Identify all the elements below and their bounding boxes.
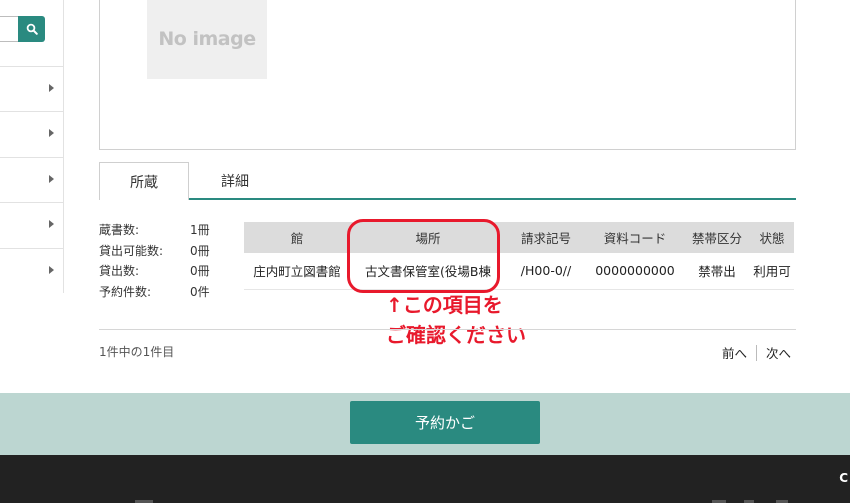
column-header-restriction: 禁帯区分	[684, 222, 750, 253]
no-image-placeholder: No image	[147, 0, 267, 79]
tab-holdings[interactable]: 所蔵	[99, 162, 189, 200]
stat-row: 予約件数: 0件	[99, 282, 224, 303]
stat-label: 貸出数:	[99, 264, 140, 278]
no-image-text: No image	[158, 28, 256, 50]
column-header-status: 状態	[750, 222, 794, 253]
chevron-right-icon	[49, 175, 54, 183]
stat-row: 貸出可能数: 0冊	[99, 241, 224, 262]
cell-item-code: 0000000000	[586, 253, 684, 290]
stat-row: 蔵書数: 1冊	[99, 220, 224, 241]
prev-page-link[interactable]: 前へ	[722, 343, 747, 362]
sidebar	[0, 0, 64, 293]
stat-row: 貸出数: 0冊	[99, 261, 224, 282]
footer-text: C	[839, 471, 848, 485]
sidebar-item-3[interactable]	[0, 157, 64, 202]
holdings-table: 館 場所 請求記号 資料コード 禁帯区分 状態 庄内町立図書館 古文書保管室(役…	[244, 222, 794, 290]
annotation-text: ↑この項目を ご確認ください	[386, 290, 526, 350]
holding-stats: 蔵書数: 1冊 貸出可能数: 0冊 貸出数: 0冊 予約件数: 0件	[99, 220, 224, 302]
sidebar-item-4[interactable]	[0, 202, 64, 247]
table-row: 庄内町立図書館 古文書保管室(役場B棟 /H00-0// 0000000000 …	[244, 253, 794, 290]
footer: C	[0, 455, 850, 503]
stat-label: 貸出可能数:	[99, 243, 164, 258]
stat-value: 0冊	[190, 243, 210, 258]
column-header-call-number: 請求記号	[506, 222, 586, 253]
image-panel: No image	[99, 0, 796, 150]
chevron-right-icon	[49, 220, 54, 228]
tab-details[interactable]: 詳細	[189, 162, 281, 200]
stat-value: 0冊	[190, 264, 210, 278]
result-count: 1件中の1件目	[99, 345, 175, 359]
stat-value: 0件	[190, 284, 210, 299]
column-header-item-code: 資料コード	[586, 222, 684, 253]
cell-status: 利用可	[750, 253, 794, 290]
stat-label: 蔵書数:	[99, 223, 140, 237]
pager: 前へ 次へ	[722, 343, 791, 362]
sidebar-item-1[interactable]	[0, 66, 64, 111]
sidebar-item-2[interactable]	[0, 111, 64, 156]
search-button[interactable]	[18, 16, 45, 42]
table-header-row: 館 場所 請求記号 資料コード 禁帯区分 状態	[244, 222, 794, 253]
search-icon	[26, 23, 38, 35]
reserve-cart-label: 予約かご	[414, 414, 475, 432]
chevron-right-icon	[49, 84, 54, 92]
chevron-right-icon	[49, 266, 54, 274]
cell-library: 庄内町立図書館	[244, 253, 350, 290]
tab-bar: 所蔵 詳細	[99, 162, 796, 200]
annotation-line-2: ご確認ください	[386, 323, 526, 347]
stat-label: 予約件数:	[99, 284, 152, 299]
annotation-line-1: ↑この項目を	[386, 293, 503, 317]
sidebar-item-5[interactable]	[0, 248, 64, 293]
search-input[interactable]	[0, 16, 18, 42]
pager-separator	[756, 344, 758, 361]
divider	[99, 329, 796, 330]
tab-label: 所蔵	[130, 174, 158, 191]
cell-call-number: /H00-0//	[506, 253, 586, 290]
annotation-highlight-box	[347, 219, 500, 293]
chevron-right-icon	[49, 129, 54, 137]
reserve-cart-button[interactable]: 予約かご	[350, 401, 540, 444]
column-header-library: 館	[244, 222, 350, 253]
cell-restriction: 禁帯出	[684, 253, 750, 290]
next-page-link[interactable]: 次へ	[766, 343, 791, 362]
stat-value: 1冊	[190, 223, 210, 237]
tab-label: 詳細	[221, 174, 249, 190]
